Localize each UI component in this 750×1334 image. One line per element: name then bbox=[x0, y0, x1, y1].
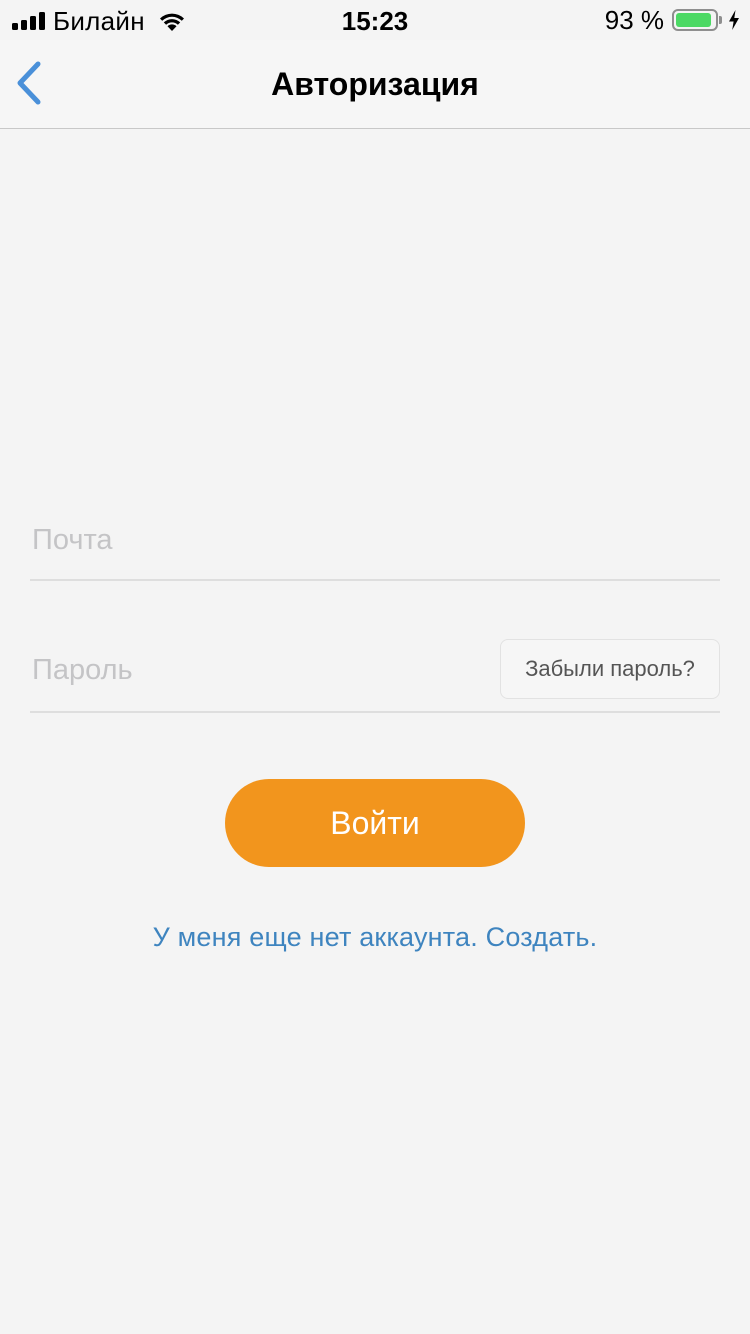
battery-icon bbox=[672, 9, 718, 31]
status-right: 93 % bbox=[604, 4, 740, 35]
charging-bolt-icon bbox=[729, 10, 739, 30]
password-field-container: Забыли пароль? bbox=[30, 638, 720, 713]
battery-cap bbox=[719, 16, 722, 24]
battery-percent: 93 % bbox=[604, 4, 664, 35]
status-bar: Билайн 15:23 93 % bbox=[0, 0, 750, 40]
email-field[interactable] bbox=[30, 510, 720, 570]
auth-screen: Билайн 15:23 93 % Авторизация Почта Забы… bbox=[0, 0, 750, 1334]
email-field-container bbox=[30, 510, 720, 581]
page-title: Авторизация bbox=[271, 66, 479, 102]
battery-fill bbox=[676, 13, 712, 27]
navigation-bar: Авторизация bbox=[0, 40, 750, 129]
forgot-password-button[interactable]: Забыли пароль? bbox=[500, 639, 720, 699]
login-button[interactable]: Войти bbox=[225, 779, 525, 867]
create-account-link[interactable]: У меня еще нет аккаунта. Создать. bbox=[0, 922, 750, 953]
password-field[interactable] bbox=[30, 640, 490, 700]
